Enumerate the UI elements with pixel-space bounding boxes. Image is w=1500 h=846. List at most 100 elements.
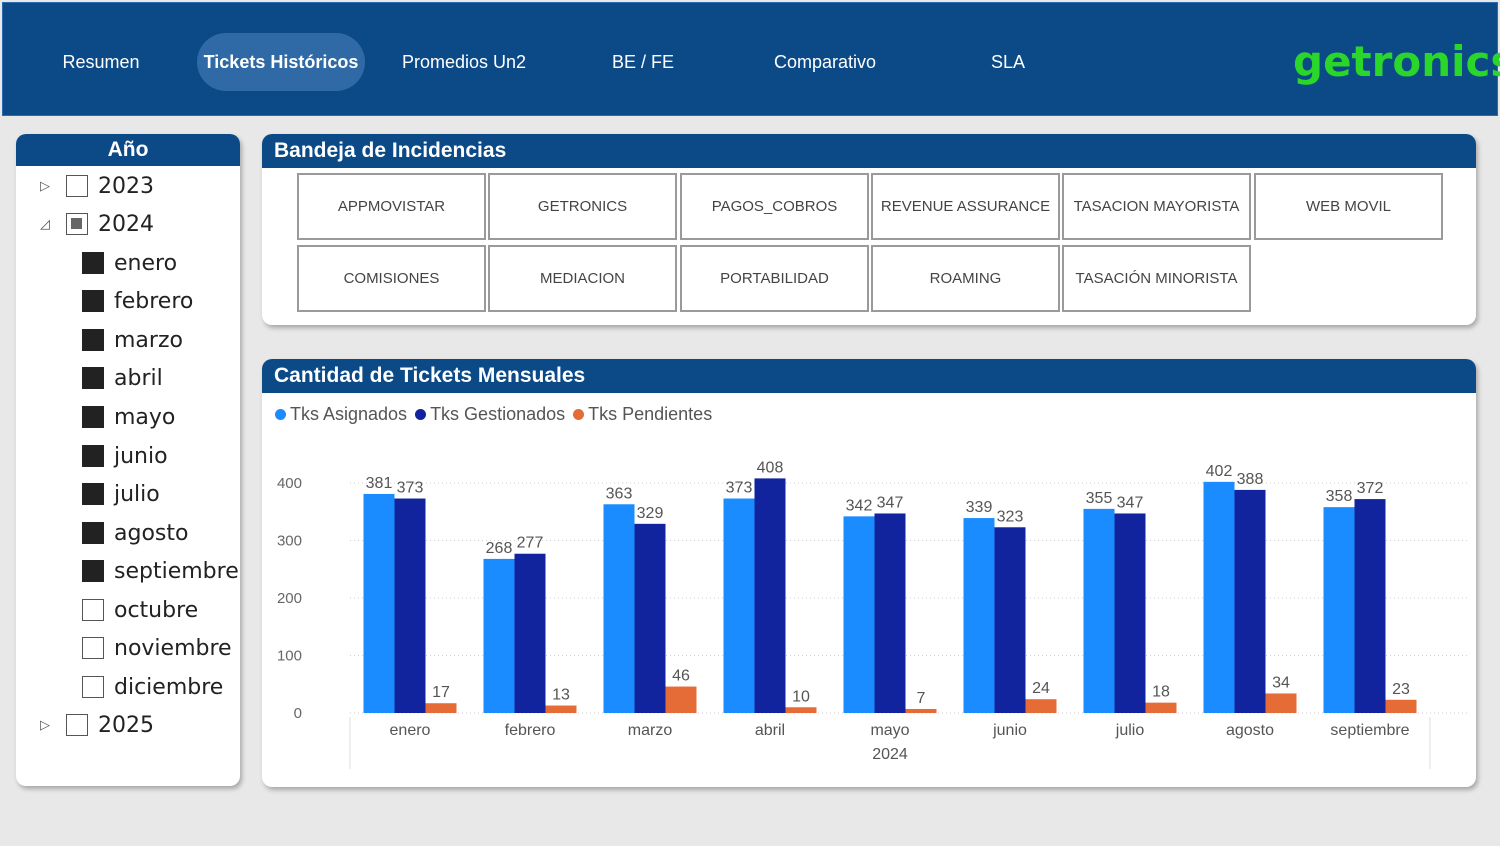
slicer-month-agosto[interactable]: agosto xyxy=(82,518,188,548)
tile-getronics[interactable]: GETRONICS xyxy=(488,173,677,240)
tile-revenue-assurance[interactable]: REVENUE ASSURANCE xyxy=(871,173,1060,240)
checkbox-mayo[interactable] xyxy=(82,406,104,428)
slicer-year-2024[interactable]: ◿ 2024 xyxy=(38,209,154,239)
tile-web-movil[interactable]: WEB MOVIL xyxy=(1254,173,1443,240)
slicer-title: Año xyxy=(16,134,240,166)
legend-dot xyxy=(573,409,585,420)
nav-tab-sla[interactable]: SLA xyxy=(973,33,1043,91)
data-label: 408 xyxy=(757,459,784,476)
slicer-year-2023[interactable]: ▷ 2023 xyxy=(38,171,154,201)
checkbox-junio[interactable] xyxy=(82,445,104,467)
checkbox-septiembre[interactable] xyxy=(82,560,104,582)
slicer-month-abril[interactable]: abril xyxy=(82,363,163,393)
tile-appmovistar[interactable]: APPMOVISTAR xyxy=(297,173,486,240)
x-tick-label: julio xyxy=(1115,722,1145,739)
x-group-label: 2024 xyxy=(872,746,908,763)
nav-tab-promedios-un2[interactable]: Promedios Un2 xyxy=(389,33,539,91)
bar-marzo-1 xyxy=(634,523,666,713)
slicer-month-enero[interactable]: enero xyxy=(82,248,177,278)
slicer-month-septiembre[interactable]: septiembre xyxy=(82,556,239,586)
x-tick-label: mayo xyxy=(870,722,909,739)
slicer-month-label: junio xyxy=(114,443,168,469)
slicer-month-noviembre[interactable]: noviembre xyxy=(82,633,232,663)
tile-mediacion[interactable]: MEDIACION xyxy=(488,245,677,312)
getronics-logo: getronics xyxy=(1293,37,1500,86)
checkbox-julio[interactable] xyxy=(82,483,104,505)
slicer-month-julio[interactable]: julio xyxy=(82,479,160,509)
slicer-month-mayo[interactable]: mayo xyxy=(82,402,175,432)
slicer-year-label: 2024 xyxy=(98,211,154,237)
data-label: 347 xyxy=(1117,494,1144,511)
data-label: 342 xyxy=(846,497,873,514)
slicer-month-label: febrero xyxy=(114,288,194,314)
tile-pagos-cobros[interactable]: PAGOS_COBROS xyxy=(680,173,869,240)
checkbox-2025[interactable] xyxy=(66,714,88,736)
checkbox-abril[interactable] xyxy=(82,367,104,389)
tile-tasacion-minorista[interactable]: TASACIÓN MINORISTA xyxy=(1062,245,1251,312)
legend-dot xyxy=(415,409,427,420)
chevron-down-icon[interactable]: ◿ xyxy=(38,217,52,232)
x-tick-label: junio xyxy=(992,722,1027,739)
slicer-month-marzo[interactable]: marzo xyxy=(82,325,183,355)
tile-comisiones[interactable]: COMISIONES xyxy=(297,245,486,312)
checkbox-octubre[interactable] xyxy=(82,599,104,621)
tile-portabilidad[interactable]: PORTABILIDAD xyxy=(680,245,869,312)
slicer-month-label: marzo xyxy=(114,327,183,353)
slicer-year-2025[interactable]: ▷ 2025 xyxy=(38,710,154,740)
checkbox-febrero[interactable] xyxy=(82,290,104,312)
bar-marzo-0 xyxy=(603,504,635,713)
legend-label: Tks Asignados xyxy=(290,404,408,424)
nav-tab-be-fe[interactable]: BE / FE xyxy=(593,33,693,91)
slicer-month-diciembre[interactable]: diciembre xyxy=(82,672,223,702)
slicer-year-label: 2025 xyxy=(98,712,154,738)
data-label: 23 xyxy=(1392,681,1410,698)
data-label: 277 xyxy=(517,535,544,552)
bar-agosto-0 xyxy=(1203,481,1235,713)
checkbox-agosto[interactable] xyxy=(82,522,104,544)
slicer-month-label: agosto xyxy=(114,520,189,546)
data-label: 402 xyxy=(1206,463,1233,480)
bar-febrero-2 xyxy=(545,705,577,713)
checkbox-noviembre[interactable] xyxy=(82,637,104,659)
slicer-month-label: enero xyxy=(114,250,178,276)
tile-tasacion-mayorista[interactable]: TASACION MAYORISTA xyxy=(1062,173,1251,240)
checkbox-2023[interactable] xyxy=(66,175,88,197)
legend-item-asignados[interactable]: Tks Asignados xyxy=(275,404,407,425)
x-tick-label: enero xyxy=(390,722,431,739)
tile-roaming[interactable]: ROAMING xyxy=(871,245,1060,312)
data-label: 13 xyxy=(552,687,570,704)
bar-mayo-0 xyxy=(843,516,875,713)
data-label: 381 xyxy=(366,475,393,492)
chevron-right-icon[interactable]: ▷ xyxy=(38,179,52,194)
chevron-right-icon[interactable]: ▷ xyxy=(38,718,52,733)
nav-tab-tickets-historicos[interactable]: Tickets Históricos xyxy=(197,33,365,91)
checkbox-marzo[interactable] xyxy=(82,329,104,351)
data-label: 323 xyxy=(997,508,1024,525)
checkbox-2024[interactable] xyxy=(66,213,88,235)
nav-tab-resumen[interactable]: Resumen xyxy=(43,33,159,91)
bar-abril-2 xyxy=(785,707,817,713)
slicer-month-febrero[interactable]: febrero xyxy=(82,286,193,316)
data-label: 373 xyxy=(726,480,753,497)
y-tick-label: 400 xyxy=(277,475,302,492)
slicer-month-junio[interactable]: junio xyxy=(82,441,168,471)
legend-item-pendientes[interactable]: Tks Pendientes xyxy=(573,404,712,425)
nav-tab-comparativo[interactable]: Comparativo xyxy=(755,33,895,91)
slicer-month-octubre[interactable]: octubre xyxy=(82,595,198,625)
data-label: 34 xyxy=(1272,674,1290,691)
legend-label: Tks Gestionados xyxy=(430,404,566,424)
checkbox-enero[interactable] xyxy=(82,252,104,274)
bar-mayo-1 xyxy=(874,513,906,713)
checkbox-diciembre[interactable] xyxy=(82,676,104,698)
bar-marzo-2 xyxy=(665,686,697,713)
bar-enero-0 xyxy=(363,493,395,713)
y-tick-label: 100 xyxy=(277,648,302,665)
y-tick-label: 0 xyxy=(294,705,302,722)
bar-mayo-2 xyxy=(905,708,937,713)
bar-febrero-1 xyxy=(514,553,546,713)
data-label: 46 xyxy=(672,668,690,685)
legend-item-gestionados[interactable]: Tks Gestionados xyxy=(415,404,565,425)
x-tick-label: abril xyxy=(755,722,785,739)
bar-julio-1 xyxy=(1114,513,1146,713)
data-label: 18 xyxy=(1152,684,1170,701)
